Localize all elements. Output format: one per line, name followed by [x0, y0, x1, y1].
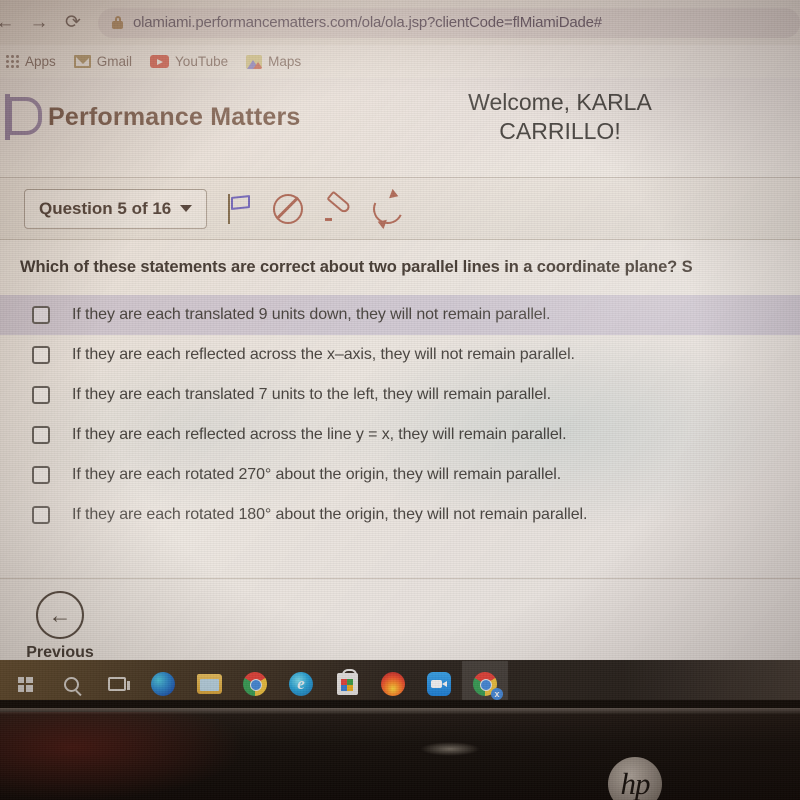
apps-grid-icon	[6, 55, 19, 68]
brand-name: Performance Matters	[48, 102, 301, 131]
folder-icon	[196, 674, 222, 694]
page-content: Performance Matters Welcome, KARLA CARRI…	[0, 78, 800, 670]
background-reflection	[0, 712, 240, 800]
gmail-icon	[73, 55, 91, 68]
maps-icon	[246, 54, 263, 69]
bezel-glint	[420, 742, 480, 756]
microsoft-edge-icon	[151, 672, 175, 696]
brand-logo[interactable]: Performance Matters	[2, 94, 301, 140]
checkbox[interactable]	[32, 426, 50, 445]
edge-button[interactable]	[140, 661, 186, 700]
youtube-icon	[150, 55, 170, 68]
checkbox[interactable]	[32, 346, 50, 365]
bookmarks-bar: Apps Gmail YouTube Maps	[0, 45, 800, 78]
start-button[interactable]	[2, 661, 48, 700]
app-header: Performance Matters Welcome, KARLA CARRI…	[0, 78, 800, 178]
answer-option-label: If they are each translated 7 units to t…	[72, 386, 551, 404]
address-bar[interactable]: olamiami.performancematters.com/ola/ola.…	[98, 7, 800, 38]
bookmark-gmail[interactable]: Gmail	[73, 54, 133, 69]
answer-option[interactable]: If they are each reflected across the li…	[0, 415, 800, 455]
performance-matters-p-logo	[2, 94, 42, 140]
firefox-button[interactable]	[370, 661, 416, 700]
navigation-footer: ← Previous	[0, 578, 800, 670]
back-button[interactable]: ←	[0, 6, 22, 40]
bookmark-label: YouTube	[175, 54, 229, 69]
chrome-window-button[interactable]: x	[462, 661, 508, 700]
answer-option-label: If they are each translated 9 units down…	[72, 306, 551, 324]
eliminate-icon[interactable]	[273, 192, 307, 226]
question-selector-dropdown[interactable]: Question 5 of 16	[24, 188, 208, 229]
answer-option-label: If they are each rotated 180° about the …	[72, 506, 588, 524]
bookmark-label: Gmail	[96, 54, 133, 69]
bookmark-label: Apps	[25, 54, 56, 69]
bookmark-youtube[interactable]: YouTube	[150, 54, 228, 69]
search-icon	[63, 676, 79, 692]
question-selector-label: Question 5 of 16	[39, 198, 172, 218]
answer-option[interactable]: If they are each reflected across the x–…	[0, 335, 800, 375]
zoom-button[interactable]	[416, 661, 462, 700]
answer-option[interactable]: If they are each rotated 270° about the …	[0, 455, 800, 495]
question-body: Which of these statements are correct ab…	[0, 240, 800, 535]
answer-option-label: If they are each rotated 270° about the …	[72, 466, 562, 484]
screen-area: ← → ⟳ olamiami.performancematters.com/ol…	[0, 0, 800, 700]
zoom-camera-icon	[427, 672, 451, 696]
microsoft-store-button[interactable]	[324, 661, 370, 700]
answer-options-list: If they are each translated 9 units down…	[0, 295, 800, 535]
welcome-line-1: Welcome, KARLA	[468, 89, 652, 115]
answer-option-label: If they are each reflected across the li…	[72, 426, 567, 444]
bookmark-maps[interactable]: Maps	[246, 54, 301, 69]
reload-button[interactable]: ⟳	[56, 6, 90, 40]
answer-option[interactable]: If they are each translated 7 units to t…	[0, 375, 800, 415]
task-view-icon	[108, 677, 130, 691]
firefox-icon	[381, 672, 405, 696]
tool-icon-group	[223, 189, 408, 228]
bookmark-apps[interactable]: Apps	[6, 54, 56, 69]
google-chrome-icon	[243, 672, 267, 696]
checkbox[interactable]	[32, 506, 50, 525]
previous-button[interactable]: ← Previous	[0, 591, 120, 662]
checkbox[interactable]	[32, 306, 50, 325]
laptop-screen-photo: ← → ⟳ olamiami.performancematters.com/ol…	[0, 0, 800, 800]
checkbox[interactable]	[32, 466, 50, 485]
arrow-left-circle-icon: ←	[36, 591, 84, 639]
forward-button[interactable]: →	[22, 6, 56, 40]
chevron-down-icon	[180, 205, 193, 212]
checkbox[interactable]	[32, 386, 50, 405]
browser-toolbar: ← → ⟳ olamiami.performancematters.com/ol…	[0, 0, 800, 45]
chrome-badge-icon: x	[491, 688, 503, 700]
windows-taskbar: e x	[0, 660, 800, 700]
windows-logo-icon	[17, 676, 33, 692]
answer-option[interactable]: If they are each rotated 180° about the …	[0, 495, 800, 535]
address-bar-text: olamiami.performancematters.com/ola/ola.…	[133, 14, 602, 31]
search-button[interactable]	[48, 661, 94, 700]
task-view-button[interactable]	[94, 661, 140, 700]
welcome-message: Welcome, KARLA CARRILLO!	[410, 88, 710, 147]
reset-icon[interactable]	[369, 189, 408, 228]
file-explorer-button[interactable]	[186, 661, 232, 700]
highlighter-pencil-icon[interactable]	[323, 190, 357, 226]
answer-option-label: If they are each reflected across the x–…	[72, 346, 575, 364]
welcome-line-2: CARRILLO!	[499, 118, 621, 145]
internet-explorer-icon: e	[289, 672, 313, 696]
store-bag-icon	[336, 669, 358, 695]
lock-icon	[112, 16, 123, 29]
question-stem: Which of these statements are correct ab…	[20, 258, 693, 276]
internet-explorer-button[interactable]: e	[278, 661, 324, 700]
chrome-button[interactable]	[232, 661, 278, 700]
answer-option[interactable]: If they are each translated 9 units down…	[0, 295, 800, 336]
bookmark-label: Maps	[268, 54, 302, 69]
question-toolbar: Question 5 of 16	[0, 178, 800, 240]
flag-icon[interactable]	[223, 192, 257, 226]
